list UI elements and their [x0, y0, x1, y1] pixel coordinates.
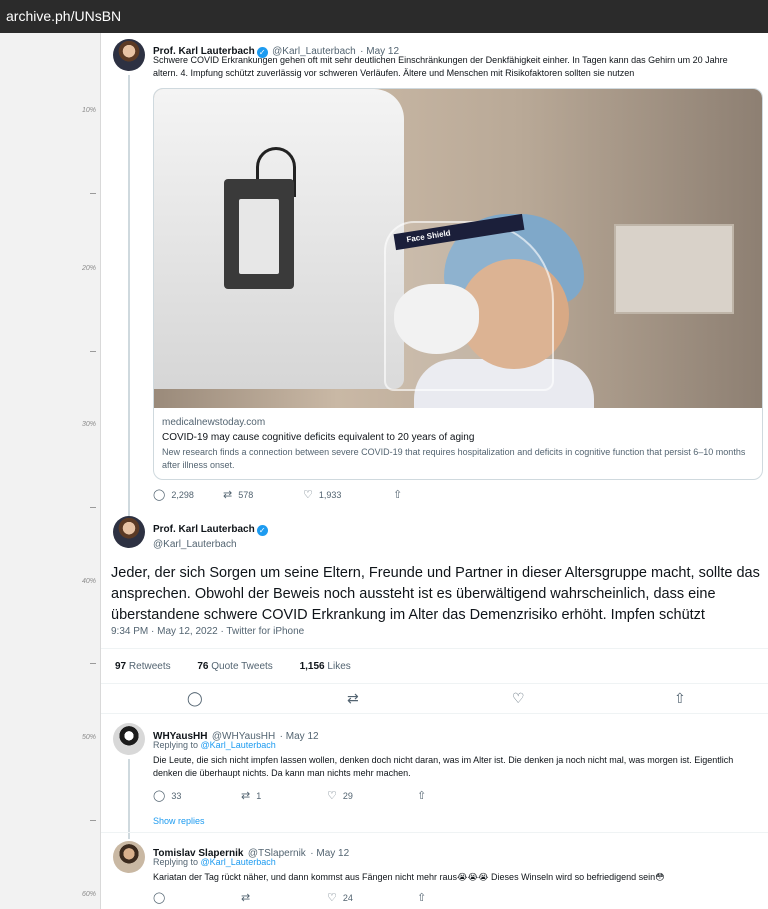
- divider: [101, 832, 768, 833]
- reply-button[interactable]: ◯ 33: [153, 789, 241, 802]
- ruler-mark: 10%: [81, 107, 96, 114]
- share-icon: ⇧: [417, 892, 427, 904]
- reply-icon[interactable]: ◯: [187, 690, 203, 707]
- ruler-mark: 20%: [81, 265, 96, 272]
- like-count: 29: [342, 790, 353, 801]
- like-count: 24: [342, 892, 353, 903]
- reply-count: 2,298: [171, 489, 194, 500]
- heart-icon: ♡: [303, 489, 313, 501]
- retweets-stat[interactable]: 97 Retweets: [115, 661, 183, 672]
- retweet-icon: ⇄: [223, 489, 233, 501]
- heart-icon: ♡: [327, 790, 337, 802]
- like-count: 1,933: [318, 489, 342, 500]
- tweet-timestamp[interactable]: 9:34 PM · May 12, 2022 · Twitter for iPh…: [111, 626, 304, 637]
- ruler-dash: [90, 663, 96, 664]
- ruler-mark: 50%: [81, 734, 96, 741]
- tweet-text: Kariatan der Tag rückt näher, und dann k…: [153, 872, 665, 882]
- retweet-button[interactable]: ⇄ 578: [223, 488, 303, 501]
- tweet-thread: Prof. Karl Lauterbach ✓ @Karl_Lauterbach …: [101, 33, 768, 909]
- avatar[interactable]: [113, 841, 145, 873]
- ruler-mark: 30%: [81, 421, 96, 428]
- replying-to: Replying to @Karl_Lauterbach: [153, 739, 276, 752]
- browser-address-bar[interactable]: archive.ph/UNsBN: [0, 0, 768, 33]
- reply-icon: ◯: [153, 892, 166, 904]
- retweet-button[interactable]: ⇄ 1: [241, 789, 327, 802]
- tweet-stats: 97 Retweets 76 Quote Tweets 1,156 Likes: [101, 648, 768, 684]
- reply-icon: ◯: [153, 790, 166, 802]
- likes-stat[interactable]: 1,156 Likes: [300, 661, 363, 672]
- ruler-dash: [90, 193, 96, 194]
- share-icon[interactable]: ⇧: [674, 690, 686, 707]
- retweet-count: 578: [238, 489, 254, 500]
- share-button[interactable]: ⇧: [417, 891, 432, 904]
- link-domain: medicalnewstoday.com: [162, 417, 266, 428]
- heart-icon: ♡: [327, 892, 337, 904]
- link-card-meta: medicalnewstoday.com COVID-19 may cause …: [154, 408, 762, 479]
- reply-button[interactable]: ◯: [153, 891, 241, 904]
- likes-label: Likes: [327, 661, 351, 672]
- ruler-mark: 60%: [81, 891, 96, 898]
- replying-to: Replying to @Karl_Lauterbach: [153, 856, 276, 869]
- ruler-dash: [90, 507, 96, 508]
- author-handle[interactable]: @Karl_Lauterbach: [153, 539, 268, 550]
- like-button[interactable]: ♡ 24: [327, 891, 417, 904]
- avatar[interactable]: [113, 723, 145, 755]
- quotes-stat[interactable]: 76 Quote Tweets: [197, 661, 284, 672]
- link-title: COVID-19 may cause cognitive deficits eq…: [162, 432, 475, 443]
- retweets-count: 97: [115, 661, 127, 672]
- tweet-text: Die Leute, die sich nicht impfen lassen …: [153, 755, 734, 778]
- retweet-icon: ⇄: [241, 790, 251, 802]
- background-board: [614, 224, 734, 314]
- tweet-date[interactable]: · May 12: [280, 731, 319, 742]
- author-name[interactable]: Prof. Karl Lauterbach: [153, 524, 255, 535]
- device-label: [239, 199, 279, 274]
- avatar[interactable]: [113, 516, 145, 548]
- replying-label: Replying to: [153, 857, 199, 867]
- retweet-icon[interactable]: ⇄: [347, 690, 359, 707]
- tweet-text: Schwere COVID Erkrankungen gehen oft mit…: [153, 55, 728, 78]
- thread-line: [128, 75, 130, 520]
- retweet-button[interactable]: ⇄: [241, 891, 327, 904]
- mention-link[interactable]: @Karl_Lauterbach: [201, 740, 276, 750]
- ruler-mark: 40%: [81, 578, 96, 585]
- tweet-actions: ◯ ⇄ ♡ ⇧: [101, 684, 768, 714]
- reply-button[interactable]: ◯ 2,298: [153, 488, 223, 501]
- archive-scroll-ruler: 10% 20% 30% 40% 50% 60%: [0, 33, 101, 909]
- quotes-label: Quote Tweets: [211, 661, 273, 672]
- retweets-label: Retweets: [128, 661, 171, 672]
- tweet-actions: ◯ 33 ⇄ 1 ♡ 29 ⇧: [153, 789, 432, 802]
- ruler-dash: [90, 351, 96, 352]
- tweet-text: Jeder, der sich Sorgen um seine Eltern, …: [111, 565, 760, 623]
- reply-icon: ◯: [153, 489, 166, 501]
- thread-line: [128, 759, 130, 839]
- tweet-actions: ◯ 2,298 ⇄ 578 ♡ 1,933 ⇧: [153, 488, 408, 501]
- link-card[interactable]: Face Shield medicalnewstoday.com COVID-1…: [153, 88, 763, 480]
- show-replies-link[interactable]: Show replies: [153, 815, 205, 828]
- tweet-date[interactable]: · May 12: [310, 848, 349, 859]
- share-icon: ⇧: [393, 489, 403, 501]
- url-text[interactable]: archive.ph/UNsBN: [6, 8, 121, 24]
- replying-label: Replying to: [153, 740, 199, 750]
- share-button[interactable]: ⇧: [393, 488, 408, 501]
- retweet-icon: ⇄: [241, 892, 251, 904]
- heart-icon[interactable]: ♡: [512, 690, 525, 707]
- retweet-count: 1: [256, 790, 262, 801]
- link-description: New research finds a connection between …: [162, 447, 746, 470]
- like-button[interactable]: ♡ 29: [327, 789, 417, 802]
- reply-count: 33: [171, 790, 182, 801]
- avatar[interactable]: [113, 39, 145, 71]
- verified-badge-icon: ✓: [256, 525, 268, 536]
- tweet-actions: ◯ ⇄ ♡ 24 ⇧: [153, 891, 432, 904]
- share-button[interactable]: ⇧: [417, 789, 432, 802]
- like-button[interactable]: ♡ 1,933: [303, 488, 393, 501]
- likes-count: 1,156: [299, 661, 325, 672]
- ruler-dash: [90, 820, 96, 821]
- link-card-image: Face Shield: [154, 89, 762, 408]
- mention-link[interactable]: @Karl_Lauterbach: [201, 857, 276, 867]
- tweet-header: Prof. Karl Lauterbach ✓ @Karl_Lauterbach: [153, 519, 268, 550]
- share-icon: ⇧: [417, 790, 427, 802]
- quotes-count: 76: [197, 661, 209, 672]
